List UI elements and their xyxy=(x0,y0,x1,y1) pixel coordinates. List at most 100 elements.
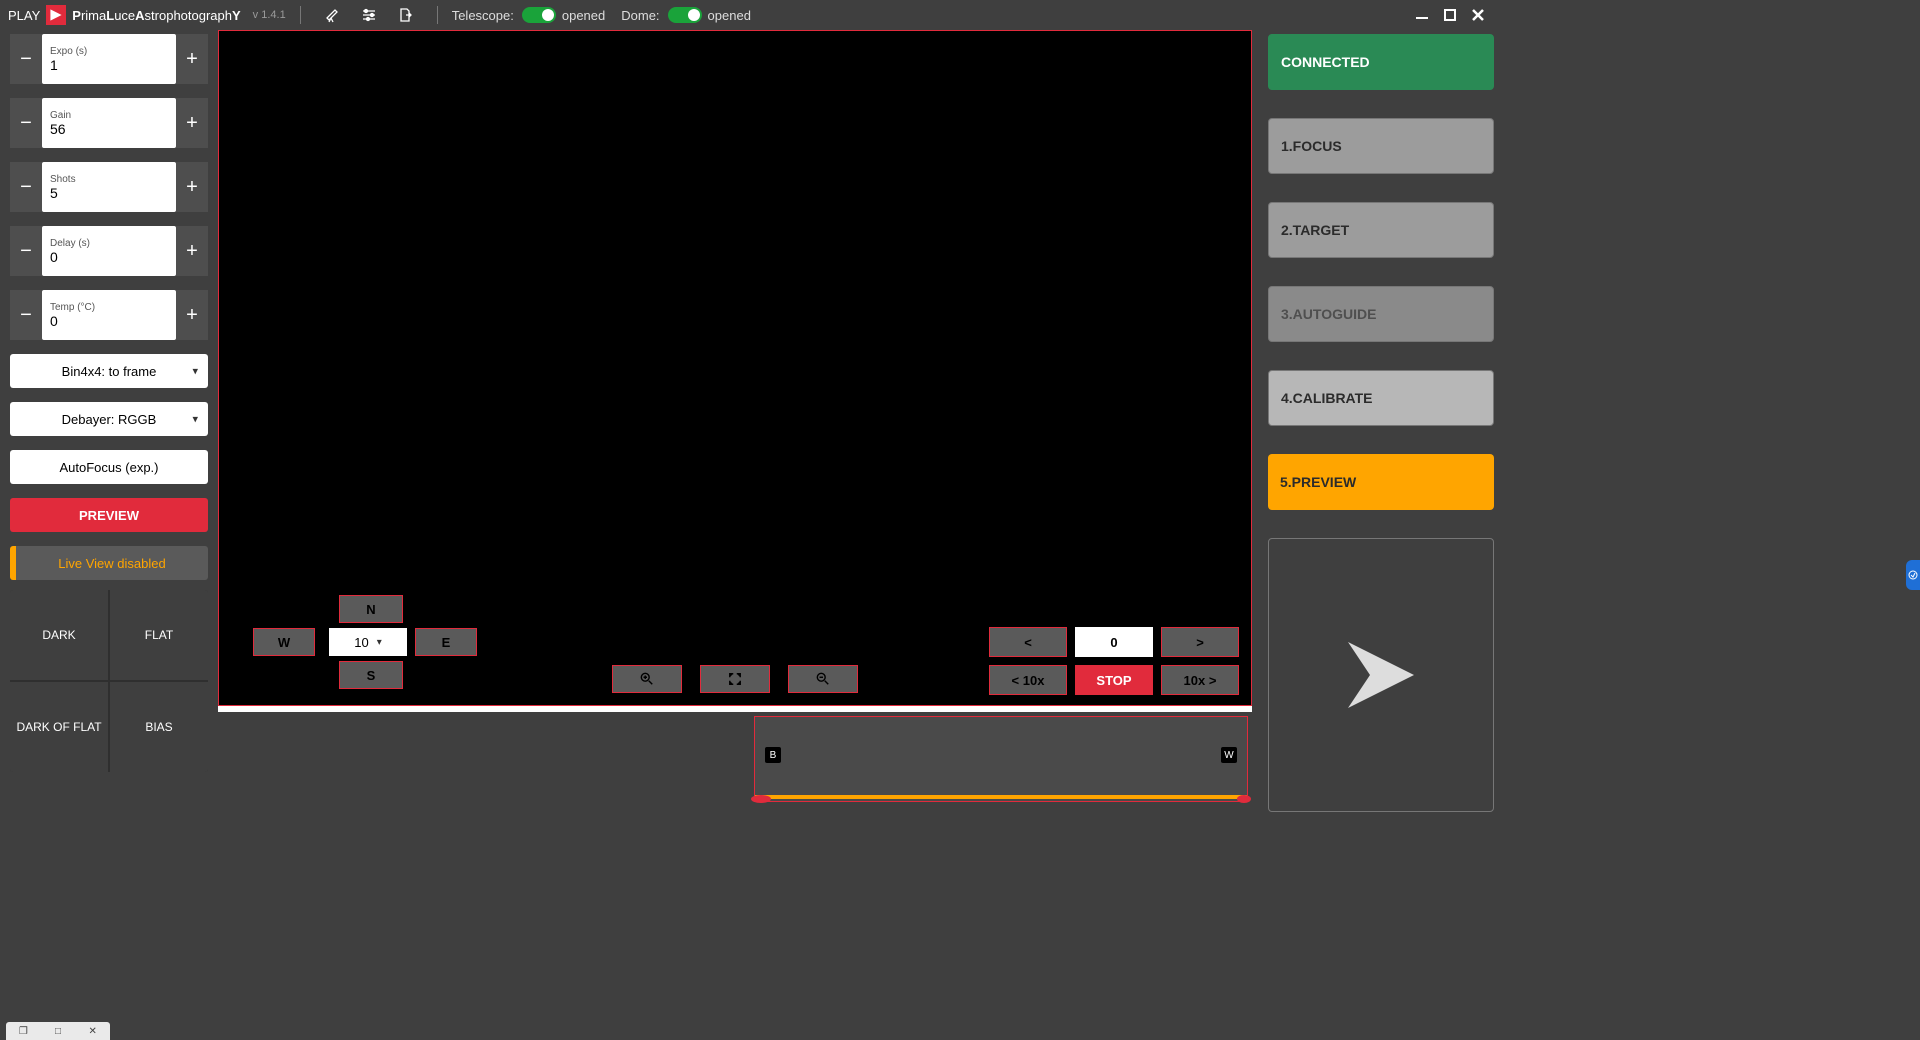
shots-increment[interactable]: + xyxy=(176,162,208,212)
thumb-maximize-icon[interactable]: □ xyxy=(49,1024,67,1038)
app-logo-icon xyxy=(46,5,66,25)
delay-value: 0 xyxy=(50,249,168,265)
gain-increment[interactable]: + xyxy=(176,98,208,148)
side-tab-icon[interactable] xyxy=(1906,560,1920,590)
temp-row: − Temp (°C) 0 + xyxy=(10,290,208,340)
debayer-select[interactable]: Debayer: RGGB ▾ xyxy=(10,402,208,436)
sliders-icon[interactable] xyxy=(361,7,377,23)
expo-field[interactable]: Expo (s) 1 xyxy=(42,34,176,84)
expo-decrement[interactable]: − xyxy=(10,34,42,84)
rate-controls: < 0 > < 10x STOP 10x > xyxy=(989,627,1239,695)
histogram-area: B W xyxy=(218,712,1252,812)
step-target-button[interactable]: 2.TARGET xyxy=(1268,202,1494,258)
separator xyxy=(437,6,438,24)
center-area: N W 10▾ E S < 0 > < xyxy=(218,30,1260,812)
bias-button[interactable]: BIAS xyxy=(110,682,208,772)
image-viewport[interactable]: N W 10▾ E S < 0 > < xyxy=(218,30,1252,706)
gain-decrement[interactable]: − xyxy=(10,98,42,148)
temp-value: 0 xyxy=(50,313,168,329)
nudge-west-button[interactable]: W xyxy=(253,628,315,656)
expo-increment[interactable]: + xyxy=(176,34,208,84)
export-icon[interactable] xyxy=(397,7,413,23)
binning-select[interactable]: Bin4x4: to frame ▾ xyxy=(10,354,208,388)
histogram-widget[interactable]: B W xyxy=(754,716,1248,802)
histogram-left-slider[interactable] xyxy=(751,795,771,803)
telescope-status: opened xyxy=(562,8,605,23)
chevron-down-icon: ▾ xyxy=(377,637,382,648)
expo-value: 1 xyxy=(50,57,168,73)
maximize-button[interactable] xyxy=(1436,1,1464,29)
histogram-white-handle[interactable]: W xyxy=(1221,747,1237,763)
telescope-label: Telescope: xyxy=(452,8,514,23)
shots-label: Shots xyxy=(50,174,168,185)
title-bar: PLAY PrimaLuceAstrophotographY v 1.4.1 T… xyxy=(0,0,1500,30)
telescope-icon[interactable] xyxy=(325,7,341,23)
run-button[interactable] xyxy=(1268,538,1494,812)
gain-field[interactable]: Gain 56 xyxy=(42,98,176,148)
delay-row: − Delay (s) 0 + xyxy=(10,226,208,276)
rate-back10-button[interactable]: < 10x xyxy=(989,665,1067,695)
liveview-button[interactable]: Live View disabled xyxy=(10,546,208,580)
dome-status: opened xyxy=(708,8,751,23)
rate-right-button[interactable]: > xyxy=(1161,627,1239,657)
delay-decrement[interactable]: − xyxy=(10,226,42,276)
zoom-in-button[interactable] xyxy=(612,665,682,693)
play-label: PLAY xyxy=(8,8,40,23)
taskbar-thumb: ❐ □ ✕ xyxy=(6,1022,110,1040)
minimize-button[interactable] xyxy=(1408,1,1436,29)
nudge-east-button[interactable]: E xyxy=(415,628,477,656)
flat-button[interactable]: FLAT xyxy=(110,590,208,680)
expo-row: − Expo (s) 1 + xyxy=(10,34,208,84)
right-panel: CONNECTED 1.FOCUS 2.TARGET 3.AUTOGUIDE 4… xyxy=(1260,30,1500,812)
separator xyxy=(300,6,301,24)
rate-fwd10-button[interactable]: 10x > xyxy=(1161,665,1239,695)
dark-button[interactable]: DARK xyxy=(10,590,108,680)
step-preview-button[interactable]: 5.PREVIEW xyxy=(1268,454,1494,510)
gain-row: − Gain 56 + xyxy=(10,98,208,148)
shots-value: 5 xyxy=(50,185,168,201)
nudge-step-select[interactable]: 10▾ xyxy=(329,628,407,656)
shots-field[interactable]: Shots 5 xyxy=(42,162,176,212)
nudge-south-button[interactable]: S xyxy=(339,661,403,689)
nudge-pad: N W 10▾ E S xyxy=(235,595,475,695)
step-autoguide-button[interactable]: 3.AUTOGUIDE xyxy=(1268,286,1494,342)
close-button[interactable] xyxy=(1464,1,1492,29)
app-brand: PrimaLuceAstrophotographY xyxy=(72,8,240,23)
gain-value: 56 xyxy=(50,121,168,137)
expo-label: Expo (s) xyxy=(50,46,168,57)
telescope-toggle[interactable] xyxy=(522,7,556,23)
autofocus-button[interactable]: AutoFocus (exp.) xyxy=(10,450,208,484)
rate-value-field[interactable]: 0 xyxy=(1075,627,1153,657)
thumb-close-icon[interactable]: ✕ xyxy=(84,1024,102,1038)
shots-row: − Shots 5 + xyxy=(10,162,208,212)
status-connected-button[interactable]: CONNECTED xyxy=(1268,34,1494,90)
chevron-down-icon: ▾ xyxy=(192,413,198,426)
rate-stop-button[interactable]: STOP xyxy=(1075,665,1153,695)
histogram-right-slider[interactable] xyxy=(1237,795,1251,803)
preview-button[interactable]: PREVIEW xyxy=(10,498,208,532)
dome-toggle[interactable] xyxy=(668,7,702,23)
zoom-out-button[interactable] xyxy=(788,665,858,693)
delay-label: Delay (s) xyxy=(50,238,168,249)
histogram-black-handle[interactable]: B xyxy=(765,747,781,763)
dark-of-flat-button[interactable]: DARK OF FLAT xyxy=(10,682,108,772)
delay-increment[interactable]: + xyxy=(176,226,208,276)
binning-value: Bin4x4: to frame xyxy=(62,364,157,379)
shots-decrement[interactable]: − xyxy=(10,162,42,212)
nudge-north-button[interactable]: N xyxy=(339,595,403,623)
step-calibrate-button[interactable]: 4.CALIBRATE xyxy=(1268,370,1494,426)
temp-increment[interactable]: + xyxy=(176,290,208,340)
debayer-value: Debayer: RGGB xyxy=(62,412,157,427)
zoom-fit-button[interactable] xyxy=(700,665,770,693)
thumb-restore-icon[interactable]: ❐ xyxy=(14,1024,32,1038)
temp-label: Temp (°C) xyxy=(50,302,168,313)
dome-label: Dome: xyxy=(621,8,659,23)
rate-left-button[interactable]: < xyxy=(989,627,1067,657)
delay-field[interactable]: Delay (s) 0 xyxy=(42,226,176,276)
step-focus-button[interactable]: 1.FOCUS xyxy=(1268,118,1494,174)
temp-decrement[interactable]: − xyxy=(10,290,42,340)
calibration-grid: DARK FLAT DARK OF FLAT BIAS xyxy=(10,590,208,772)
app-version: v 1.4.1 xyxy=(253,9,286,21)
chevron-down-icon: ▾ xyxy=(192,365,198,378)
temp-field[interactable]: Temp (°C) 0 xyxy=(42,290,176,340)
